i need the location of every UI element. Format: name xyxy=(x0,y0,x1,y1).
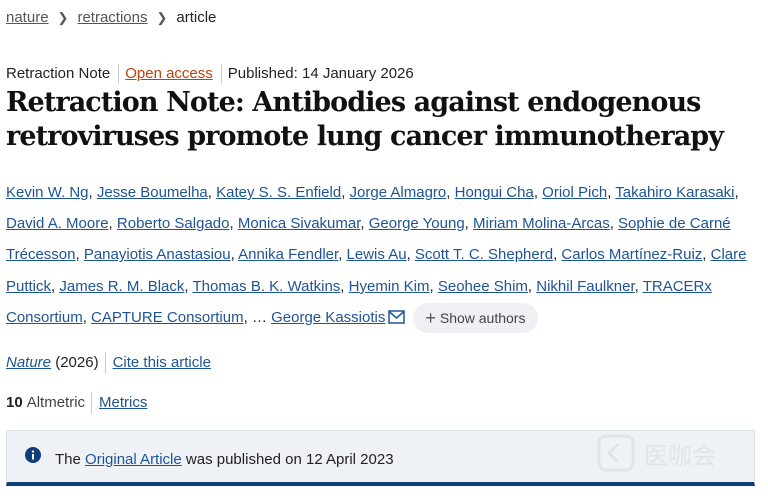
notice-text: The Original Article was published on 12… xyxy=(55,450,394,470)
mail-icon[interactable] xyxy=(388,310,406,324)
article-type: Retraction Note xyxy=(6,65,111,82)
author-link[interactable]: George Young xyxy=(369,215,465,232)
meta-divider xyxy=(220,64,222,85)
author-link[interactable]: Katey S. S. Enfield xyxy=(216,184,341,201)
author-link[interactable]: Seohee Shim xyxy=(438,278,528,295)
cite-article-link[interactable]: Cite this article xyxy=(113,354,211,371)
author-link[interactable]: Nikhil Faulkner xyxy=(536,278,634,295)
author-link[interactable]: Annika Fendler xyxy=(238,246,338,263)
author-link[interactable]: Carlos Martínez-Ruiz xyxy=(561,246,702,263)
author-link[interactable]: Hyemin Kim xyxy=(349,278,430,295)
plus-icon: + xyxy=(425,307,436,328)
published-date: Published: 14 January 2026 xyxy=(227,65,414,82)
author-link[interactable]: James R. M. Black xyxy=(59,278,184,295)
author-link[interactable]: Thomas B. K. Watkins xyxy=(192,278,340,295)
watermark-logo: 医咖会 xyxy=(597,434,716,472)
breadcrumb-nature[interactable]: nature xyxy=(6,9,49,26)
info-icon xyxy=(25,447,41,463)
article-meta: Retraction Note Open access Published: 14 … xyxy=(6,64,414,85)
breadcrumb-current: article xyxy=(176,9,217,26)
open-access-link[interactable]: Open access xyxy=(125,65,213,82)
altmetric-value: 10 xyxy=(6,393,23,411)
author-link[interactable]: Monica Sivakumar xyxy=(238,215,361,232)
author-link[interactable]: Kevin W. Ng xyxy=(6,184,89,201)
author-link[interactable]: Panayiotis Anastasiou xyxy=(84,246,231,263)
journal-link[interactable]: Nature xyxy=(6,354,51,371)
breadcrumb-retractions[interactable]: retractions xyxy=(77,9,147,26)
author-list: Kevin W. Ng, Jesse Boumelha, Katey S. S.… xyxy=(6,177,761,333)
author-link[interactable]: Jorge Almagro xyxy=(350,184,447,201)
author-link[interactable]: Jesse Boumelha xyxy=(97,184,208,201)
author-link[interactable]: David A. Moore xyxy=(6,215,109,232)
show-authors-button[interactable]: + Show authors xyxy=(413,302,539,333)
chevron-right-icon: ❯ xyxy=(57,10,69,25)
notice-prefix: The xyxy=(55,451,81,468)
journal-line: Nature (2026) Cite this article xyxy=(6,352,211,374)
author-link[interactable]: Miriam Molina-Arcas xyxy=(473,215,610,232)
metrics-link[interactable]: Metrics xyxy=(99,394,147,411)
metrics-line: 10 Altmetric Metrics xyxy=(6,392,147,414)
watermark-text: 医咖会 xyxy=(644,442,716,470)
author-link[interactable]: Oriol Pich xyxy=(542,184,607,201)
journal-year: (2026) xyxy=(55,353,99,371)
altmetric-label: Altmetric xyxy=(26,393,86,411)
corresponding-author-link[interactable]: George Kassiotis xyxy=(271,309,385,326)
authors-ellipsis: … xyxy=(251,308,267,326)
chevron-right-icon: ❯ xyxy=(156,10,168,25)
show-authors-label: Show authors xyxy=(439,309,526,326)
metrics-divider xyxy=(91,392,93,414)
page-title: Retraction Note: Antibodies against endo… xyxy=(6,87,724,152)
author-link[interactable]: Lewis Au xyxy=(347,246,407,263)
author-link[interactable]: CAPTURE Consortium xyxy=(91,309,244,326)
author-link[interactable]: Roberto Salgado xyxy=(117,215,230,232)
author-link[interactable]: Hongui Cha xyxy=(455,184,534,201)
author-link[interactable]: Takahiro Karasaki xyxy=(615,184,734,201)
author-link[interactable]: Scott T. C. Shepherd xyxy=(415,246,553,263)
article-page: nature ❯ retractions ❯ article Retraction No… xyxy=(0,0,768,496)
original-article-link[interactable]: Original Article xyxy=(85,451,182,468)
journal-divider xyxy=(104,352,106,374)
breadcrumb: nature ❯ retractions ❯ article xyxy=(6,8,216,28)
notice-suffix: was published on 12 April 2023 xyxy=(185,451,394,468)
meta-divider xyxy=(118,64,120,85)
